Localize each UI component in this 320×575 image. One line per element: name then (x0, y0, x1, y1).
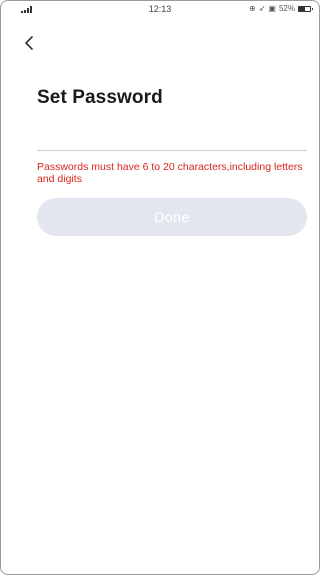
done-button[interactable]: Done (37, 198, 307, 236)
location-icon: ➶ (258, 4, 266, 13)
back-button[interactable] (23, 35, 43, 55)
alarm-icon: ▣ (268, 4, 276, 13)
battery-percent: 52% (278, 4, 295, 13)
phone-screen: 12:13 ⊕ ➶ ▣ 52% Set Password Passwords m… (0, 0, 320, 575)
password-input[interactable] (37, 125, 307, 151)
chevron-left-icon (25, 36, 33, 50)
password-error-message: Passwords must have 6 to 20 characters,i… (37, 161, 303, 185)
orientation-lock-icon: ⊕ (249, 4, 256, 13)
page-title: Set Password (37, 87, 163, 108)
battery-icon (298, 5, 313, 12)
status-icons: ⊕ ➶ ▣ 52% (249, 4, 313, 13)
status-bar: 12:13 ⊕ ➶ ▣ 52% (1, 1, 319, 21)
